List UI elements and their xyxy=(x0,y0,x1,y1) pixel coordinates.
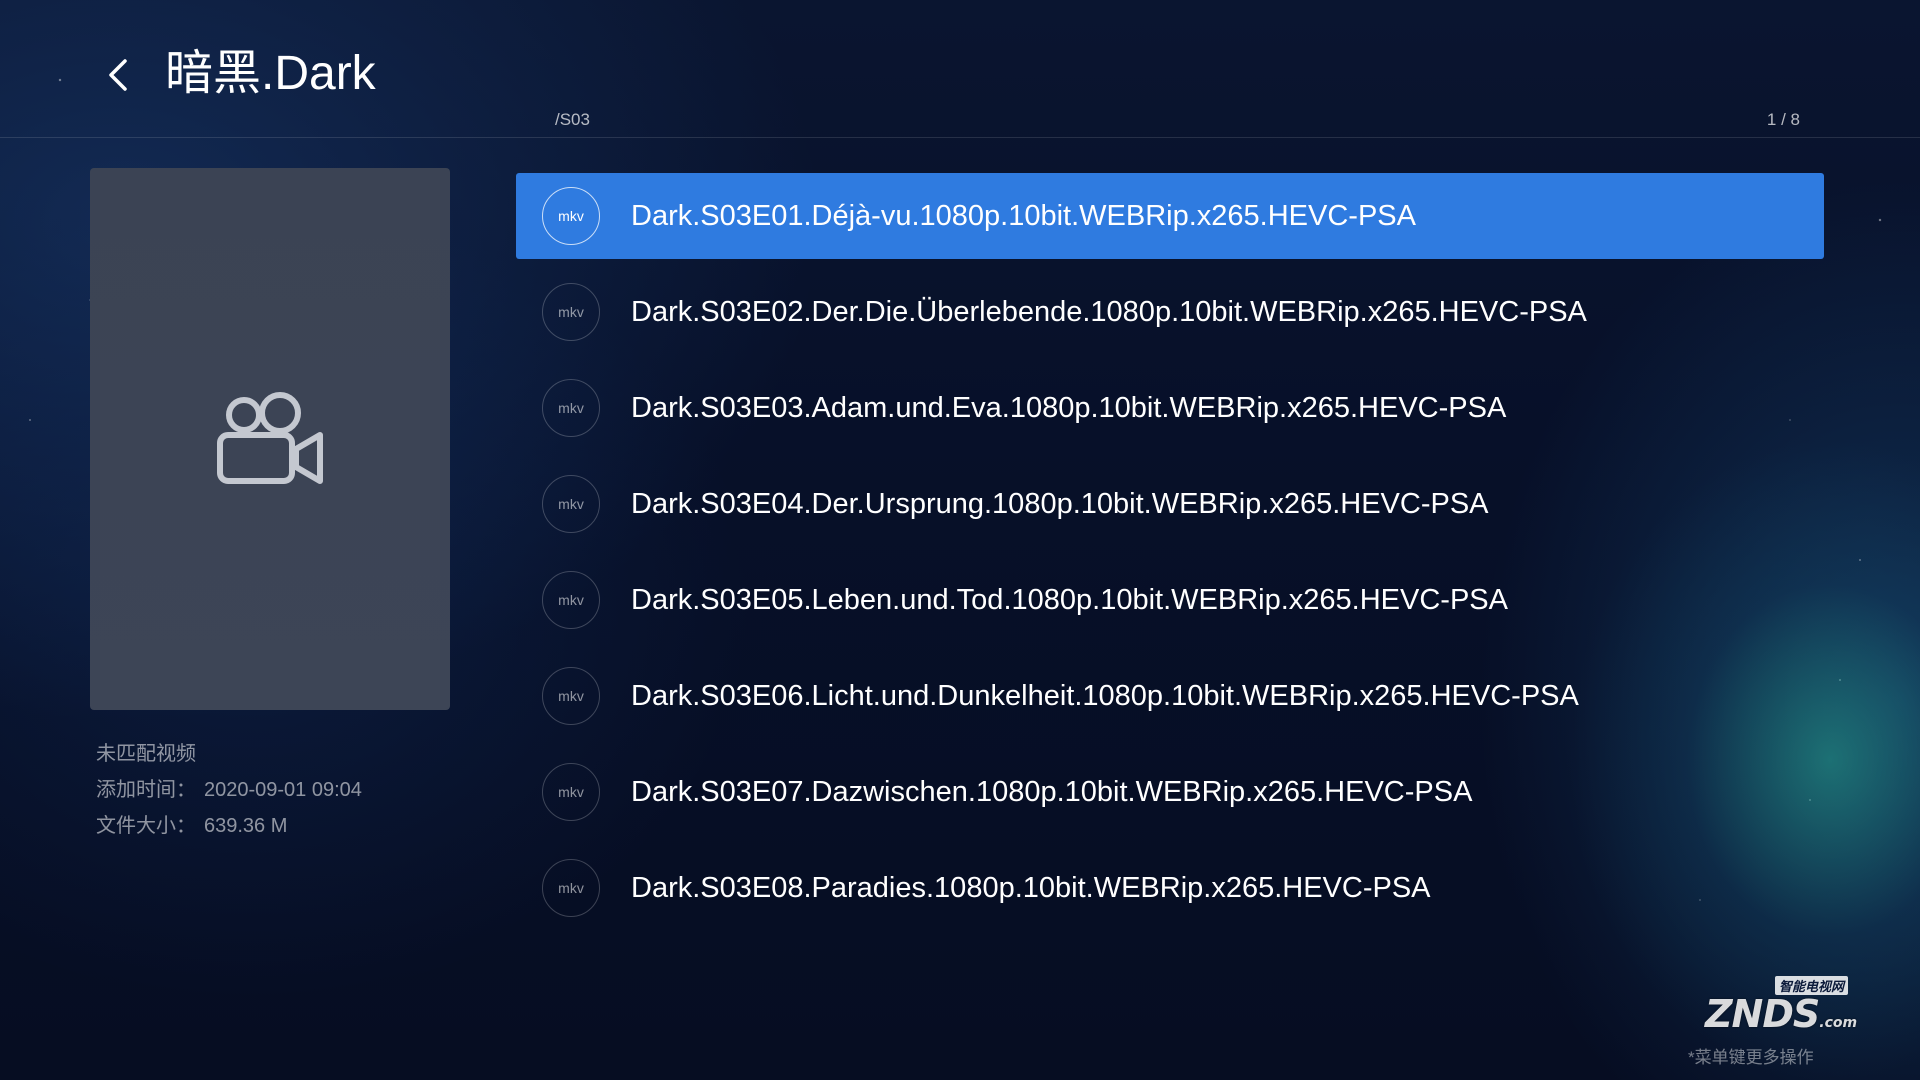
file-size-value: 639.36 M xyxy=(204,815,288,837)
added-time-row: 添加时间： 2020-09-01 09:04 xyxy=(96,772,362,808)
chevron-left-icon xyxy=(109,59,127,91)
file-item-4[interactable]: mkv Dark.S03E04.Der.Ursprung.1080p.10bit… xyxy=(516,461,1824,547)
mkv-file-icon: mkv xyxy=(542,187,600,245)
video-camera-icon xyxy=(217,392,323,484)
file-name: Dark.S03E04.Der.Ursprung.1080p.10bit.WEB… xyxy=(631,487,1489,520)
mkv-file-icon: mkv xyxy=(542,283,600,341)
file-name: Dark.S03E02.Der.Die.Überlebende.1080p.10… xyxy=(631,295,1587,328)
file-size-row: 文件大小： 639.36 M xyxy=(96,808,362,844)
folder-path: /S03 xyxy=(555,110,590,129)
header: 暗黑.Dark /S03 1 / 8 xyxy=(0,0,1920,138)
page-indicator: 1 / 8 xyxy=(1766,110,1800,129)
file-item-7[interactable]: mkv Dark.S03E07.Dazwischen.1080p.10bit.W… xyxy=(516,749,1824,835)
watermark-logo-suffix: .com xyxy=(1819,1015,1858,1031)
menu-hint: *菜单键更多操作 xyxy=(1688,1048,1814,1067)
file-size-label: 文件大小： xyxy=(96,815,196,837)
file-item-3[interactable]: mkv Dark.S03E03.Adam.und.Eva.1080p.10bit… xyxy=(516,365,1824,451)
poster-placeholder xyxy=(90,168,450,710)
file-name: Dark.S03E08.Paradies.1080p.10bit.WEBRip.… xyxy=(631,871,1431,904)
added-time-label: 添加时间： xyxy=(96,779,196,801)
mkv-file-icon: mkv xyxy=(542,667,600,725)
mkv-file-icon: mkv xyxy=(542,379,600,437)
match-status-text: 未匹配视频 xyxy=(96,743,196,765)
file-name: Dark.S03E05.Leben.und.Tod.1080p.10bit.WE… xyxy=(631,583,1508,616)
file-name: Dark.S03E03.Adam.und.Eva.1080p.10bit.WEB… xyxy=(631,391,1507,424)
back-button[interactable] xyxy=(96,50,140,100)
file-item-5[interactable]: mkv Dark.S03E05.Leben.und.Tod.1080p.10bi… xyxy=(516,557,1824,643)
file-item-8[interactable]: mkv Dark.S03E08.Paradies.1080p.10bit.WEB… xyxy=(516,845,1824,931)
file-item-1[interactable]: mkv Dark.S03E01.Déjà-vu.1080p.10bit.WEBR… xyxy=(516,173,1824,259)
file-list: mkv Dark.S03E01.Déjà-vu.1080p.10bit.WEBR… xyxy=(516,173,1824,941)
page-title: 暗黑.Dark xyxy=(165,47,376,100)
file-item-6[interactable]: mkv Dark.S03E06.Licht.und.Dunkelheit.108… xyxy=(516,653,1824,739)
watermark-logo-text: ZNDS xyxy=(1705,992,1820,1036)
file-name: Dark.S03E06.Licht.und.Dunkelheit.1080p.1… xyxy=(631,679,1579,712)
mkv-file-icon: mkv xyxy=(542,763,600,821)
watermark-logo: ZNDS.com xyxy=(1705,992,1857,1036)
file-item-2[interactable]: mkv Dark.S03E02.Der.Die.Überlebende.1080… xyxy=(516,269,1824,355)
file-name: Dark.S03E07.Dazwischen.1080p.10bit.WEBRi… xyxy=(631,775,1473,808)
mkv-file-icon: mkv xyxy=(542,571,600,629)
added-time-value: 2020-09-01 09:04 xyxy=(204,779,362,801)
match-status: 未匹配视频 xyxy=(96,736,362,772)
mkv-file-icon: mkv xyxy=(542,475,600,533)
mkv-file-icon: mkv xyxy=(542,859,600,917)
file-details: 未匹配视频 添加时间： 2020-09-01 09:04 文件大小： 639.36 … xyxy=(96,736,362,844)
file-name: Dark.S03E01.Déjà-vu.1080p.10bit.WEBRip.x… xyxy=(631,199,1416,232)
